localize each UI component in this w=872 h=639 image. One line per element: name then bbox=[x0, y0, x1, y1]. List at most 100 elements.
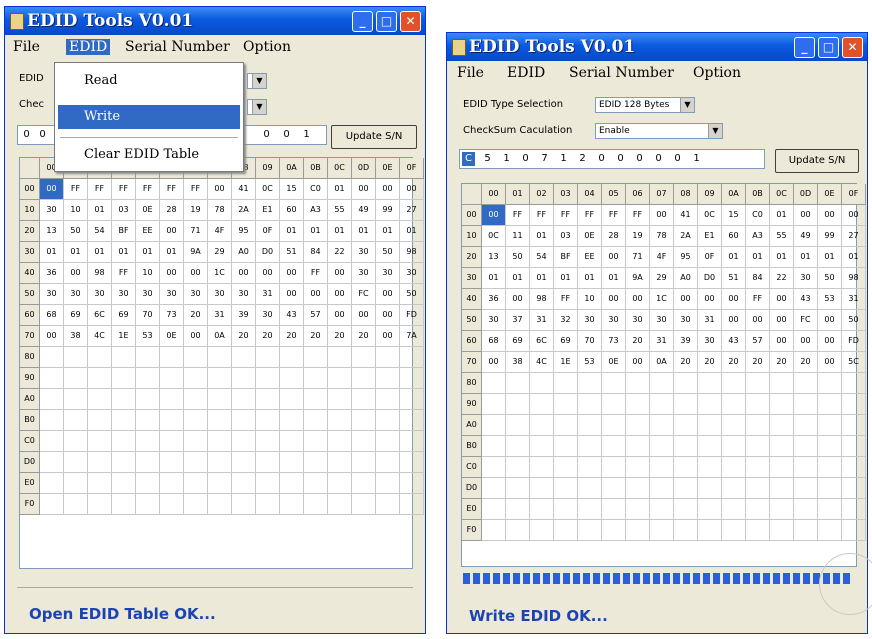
hex-cell[interactable]: 29 bbox=[208, 242, 232, 263]
hex-cell[interactable]: 30 bbox=[232, 284, 256, 305]
hex-cell[interactable]: 30 bbox=[674, 310, 698, 331]
hex-cell[interactable] bbox=[352, 494, 376, 515]
hex-cell[interactable] bbox=[842, 478, 866, 499]
hex-cell[interactable] bbox=[530, 436, 554, 457]
hex-cell[interactable]: 00 bbox=[328, 263, 352, 284]
hex-cell[interactable]: FF bbox=[112, 179, 136, 200]
hex-cell[interactable] bbox=[842, 415, 866, 436]
hex-cell[interactable]: 78 bbox=[650, 226, 674, 247]
hex-cell[interactable] bbox=[400, 452, 424, 473]
hex-cell[interactable] bbox=[232, 347, 256, 368]
hex-cell[interactable] bbox=[304, 473, 328, 494]
hex-cell[interactable] bbox=[506, 415, 530, 436]
hex-cell[interactable] bbox=[280, 431, 304, 452]
hex-cell[interactable] bbox=[794, 478, 818, 499]
hex-cell[interactable] bbox=[304, 347, 328, 368]
hex-cell[interactable]: 98 bbox=[400, 242, 424, 263]
menu-file[interactable]: File bbox=[13, 39, 40, 55]
hex-cell[interactable] bbox=[698, 520, 722, 541]
hex-cell[interactable] bbox=[626, 436, 650, 457]
hex-cell[interactable]: 95 bbox=[674, 247, 698, 268]
hex-cell[interactable]: 00 bbox=[352, 179, 376, 200]
hex-cell[interactable]: 32 bbox=[554, 310, 578, 331]
hex-cell[interactable]: 53 bbox=[818, 289, 842, 310]
hex-cell[interactable]: FF bbox=[530, 205, 554, 226]
hex-cell[interactable]: 01 bbox=[328, 179, 352, 200]
hex-cell[interactable]: 6C bbox=[88, 305, 112, 326]
hex-cell[interactable] bbox=[232, 368, 256, 389]
hex-cell[interactable]: 20 bbox=[304, 326, 328, 347]
hex-cell[interactable] bbox=[578, 499, 602, 520]
hex-cell[interactable]: 84 bbox=[746, 268, 770, 289]
hex-cell[interactable]: 00 bbox=[40, 326, 64, 347]
hex-cell[interactable]: 01 bbox=[746, 247, 770, 268]
hex-cell[interactable]: 01 bbox=[722, 247, 746, 268]
hex-cell[interactable]: 00 bbox=[482, 205, 506, 226]
hex-cell[interactable] bbox=[770, 436, 794, 457]
hex-cell[interactable]: 70 bbox=[136, 305, 160, 326]
hex-cell[interactable] bbox=[482, 520, 506, 541]
hex-cell[interactable]: 1C bbox=[208, 263, 232, 284]
hex-cell[interactable]: 01 bbox=[40, 242, 64, 263]
hex-cell[interactable] bbox=[376, 431, 400, 452]
hex-cell[interactable] bbox=[112, 494, 136, 515]
hex-cell[interactable]: 28 bbox=[160, 200, 184, 221]
menu-item-read[interactable]: Read bbox=[58, 69, 240, 93]
hex-cell[interactable]: 41 bbox=[674, 205, 698, 226]
hex-cell[interactable]: 10 bbox=[136, 263, 160, 284]
hex-cell[interactable]: 01 bbox=[602, 268, 626, 289]
hex-cell[interactable] bbox=[208, 368, 232, 389]
hex-cell[interactable]: 11 bbox=[506, 226, 530, 247]
hex-cell[interactable]: 29 bbox=[650, 268, 674, 289]
hex-cell[interactable]: 00 bbox=[794, 205, 818, 226]
hex-cell[interactable]: 69 bbox=[64, 305, 88, 326]
hex-cell[interactable] bbox=[280, 368, 304, 389]
hex-cell[interactable] bbox=[842, 394, 866, 415]
hex-cell[interactable] bbox=[626, 457, 650, 478]
hex-cell[interactable] bbox=[400, 473, 424, 494]
hex-cell[interactable] bbox=[674, 457, 698, 478]
hex-cell[interactable] bbox=[376, 452, 400, 473]
hex-cell[interactable] bbox=[136, 389, 160, 410]
hex-cell[interactable]: 01 bbox=[818, 247, 842, 268]
hex-cell[interactable]: 01 bbox=[64, 242, 88, 263]
hex-cell[interactable]: 1E bbox=[554, 352, 578, 373]
hex-cell[interactable] bbox=[626, 499, 650, 520]
hex-cell[interactable] bbox=[376, 494, 400, 515]
hex-cell[interactable] bbox=[602, 415, 626, 436]
hex-cell[interactable]: 30 bbox=[64, 284, 88, 305]
hex-cell[interactable]: 2A bbox=[232, 200, 256, 221]
hex-cell[interactable] bbox=[208, 347, 232, 368]
hex-cell[interactable] bbox=[64, 452, 88, 473]
hex-cell[interactable]: 00 bbox=[208, 179, 232, 200]
hex-cell[interactable]: 30 bbox=[602, 310, 626, 331]
hex-cell[interactable] bbox=[794, 457, 818, 478]
hex-cell[interactable]: 20 bbox=[328, 326, 352, 347]
hex-cell[interactable]: 7A bbox=[400, 326, 424, 347]
hex-cell[interactable]: 30 bbox=[136, 284, 160, 305]
hex-cell[interactable] bbox=[578, 457, 602, 478]
hex-cell[interactable]: 57 bbox=[304, 305, 328, 326]
hex-cell[interactable]: 00 bbox=[376, 326, 400, 347]
hex-cell[interactable]: 55 bbox=[328, 200, 352, 221]
hex-cell[interactable] bbox=[232, 452, 256, 473]
hex-cell[interactable]: 57 bbox=[746, 331, 770, 352]
hex-cell[interactable]: 51 bbox=[722, 268, 746, 289]
hex-cell[interactable] bbox=[602, 499, 626, 520]
hex-cell[interactable] bbox=[650, 478, 674, 499]
hex-cell[interactable]: 01 bbox=[506, 268, 530, 289]
hex-cell[interactable] bbox=[184, 368, 208, 389]
checksum-select[interactable]: Enable ▼ bbox=[595, 123, 723, 139]
hex-cell[interactable] bbox=[554, 457, 578, 478]
hex-cell[interactable] bbox=[232, 431, 256, 452]
hex-cell[interactable] bbox=[746, 520, 770, 541]
hex-cell[interactable] bbox=[578, 478, 602, 499]
hex-cell[interactable]: 98 bbox=[530, 289, 554, 310]
hex-cell[interactable] bbox=[842, 436, 866, 457]
hex-cell[interactable] bbox=[304, 431, 328, 452]
hex-cell[interactable] bbox=[160, 347, 184, 368]
hex-cell[interactable]: 20 bbox=[746, 352, 770, 373]
hex-cell[interactable] bbox=[722, 373, 746, 394]
hex-cell[interactable] bbox=[304, 389, 328, 410]
hex-cell[interactable] bbox=[40, 494, 64, 515]
